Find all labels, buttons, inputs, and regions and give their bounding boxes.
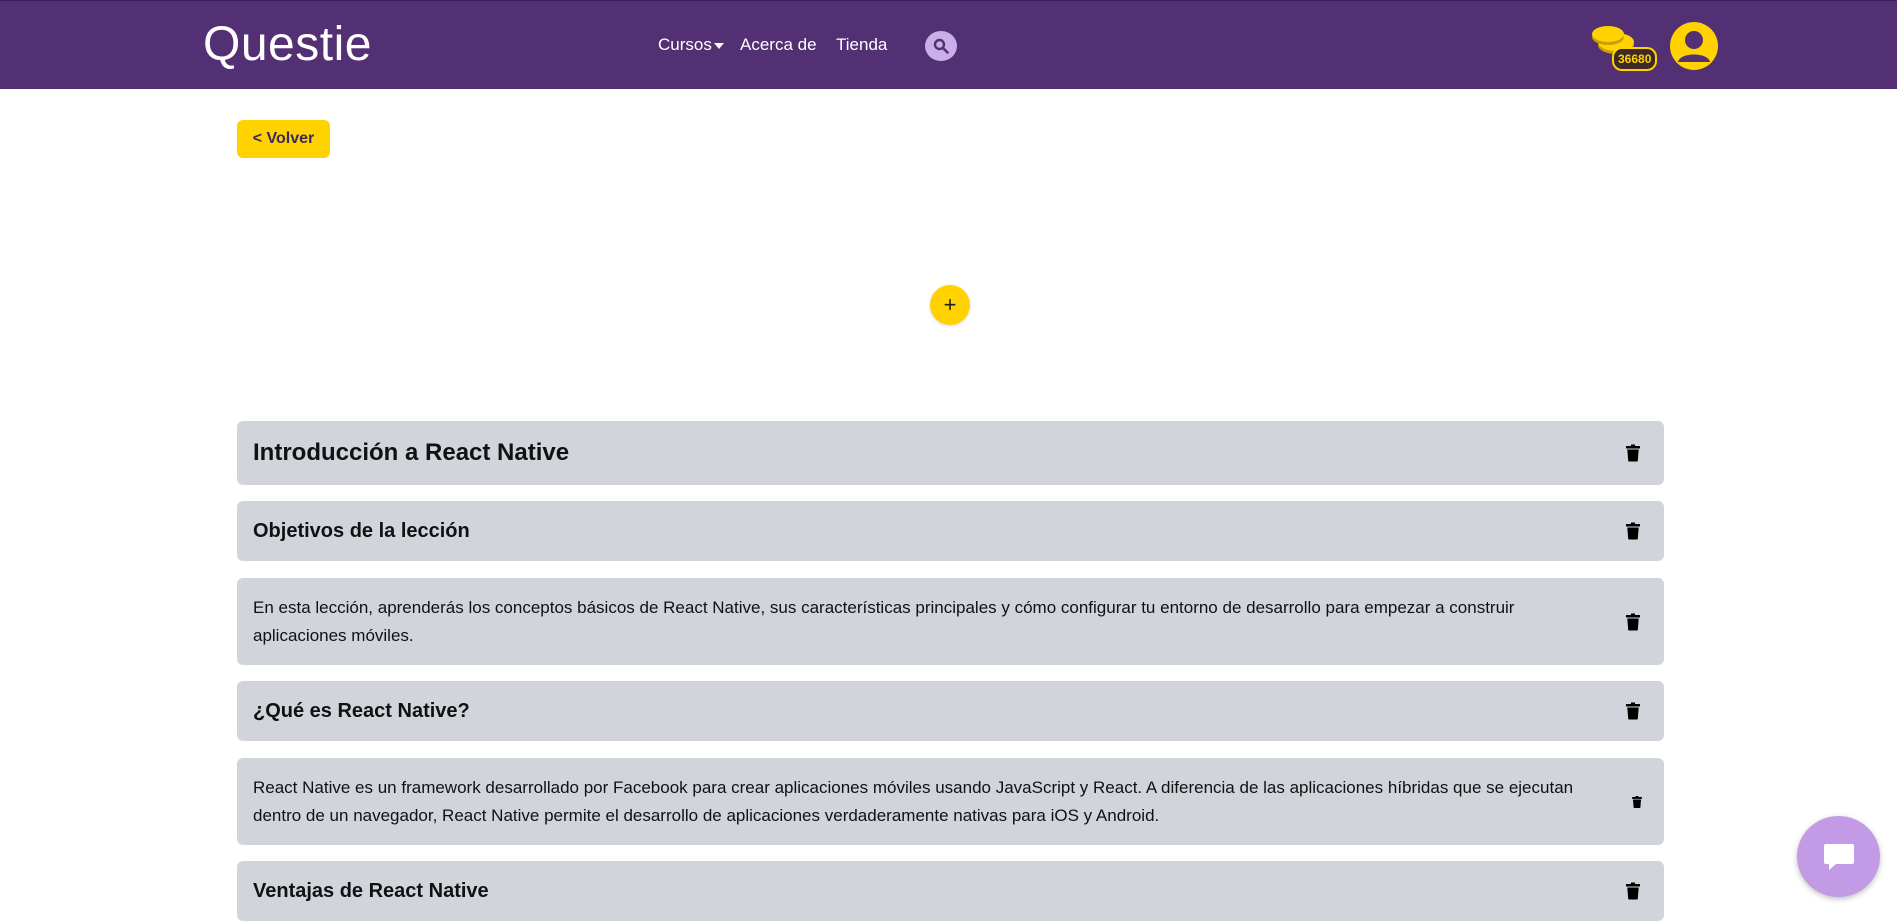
trash-icon[interactable] <box>1632 795 1642 808</box>
chat-button[interactable] <box>1797 816 1880 897</box>
nav-cursos-label: Cursos <box>658 35 712 54</box>
top-navbar: Questie Cursos Acerca de Tienda 36680 <box>0 0 1897 89</box>
user-icon <box>1678 31 1710 62</box>
nav-tienda[interactable]: Tienda <box>836 35 887 55</box>
trash-icon[interactable] <box>1626 522 1640 540</box>
trash-icon[interactable] <box>1626 882 1640 900</box>
block-text: Objetivos de la lección <box>253 519 470 542</box>
coin-count: 36680 <box>1612 47 1658 71</box>
block-text: Ventajas de React Native <box>253 879 489 902</box>
block-text: Introducción a React Native <box>253 439 570 466</box>
plus-icon: + <box>943 292 957 317</box>
block-text: React Native es un framework desarrollad… <box>253 777 1574 825</box>
chat-icon <box>1823 843 1854 870</box>
trash-icon[interactable] <box>1626 444 1640 462</box>
search-button[interactable] <box>925 31 957 61</box>
app-logo[interactable]: Questie <box>203 17 372 72</box>
lesson-block-subheading[interactable]: Objetivos de la lección <box>237 501 1664 561</box>
trash-icon[interactable] <box>1626 702 1640 720</box>
nav-acerca-de[interactable]: Acerca de <box>740 35 817 55</box>
coin-balance[interactable]: 36680 <box>1590 25 1660 77</box>
search-icon <box>933 38 949 54</box>
lesson-block-subheading[interactable]: Ventajas de React Native <box>237 861 1664 921</box>
user-avatar[interactable] <box>1670 22 1718 70</box>
trash-icon[interactable] <box>1626 613 1640 630</box>
add-block-button[interactable]: + <box>930 285 970 325</box>
caret-down-icon <box>713 42 724 49</box>
lesson-block-paragraph[interactable]: React Native es un framework desarrollad… <box>237 758 1664 845</box>
lesson-block-subheading[interactable]: ¿Qué es React Native? <box>237 681 1664 741</box>
lesson-block-paragraph[interactable]: En esta lección, aprenderás los concepto… <box>237 578 1664 665</box>
block-text: En esta lección, aprenderás los concepto… <box>253 597 1515 645</box>
nav-cursos-dropdown[interactable]: Cursos <box>658 35 724 55</box>
block-text: ¿Qué es React Native? <box>253 699 470 722</box>
lesson-block-heading[interactable]: Introducción a React Native <box>237 421 1664 485</box>
back-button[interactable]: < Volver <box>237 120 330 158</box>
